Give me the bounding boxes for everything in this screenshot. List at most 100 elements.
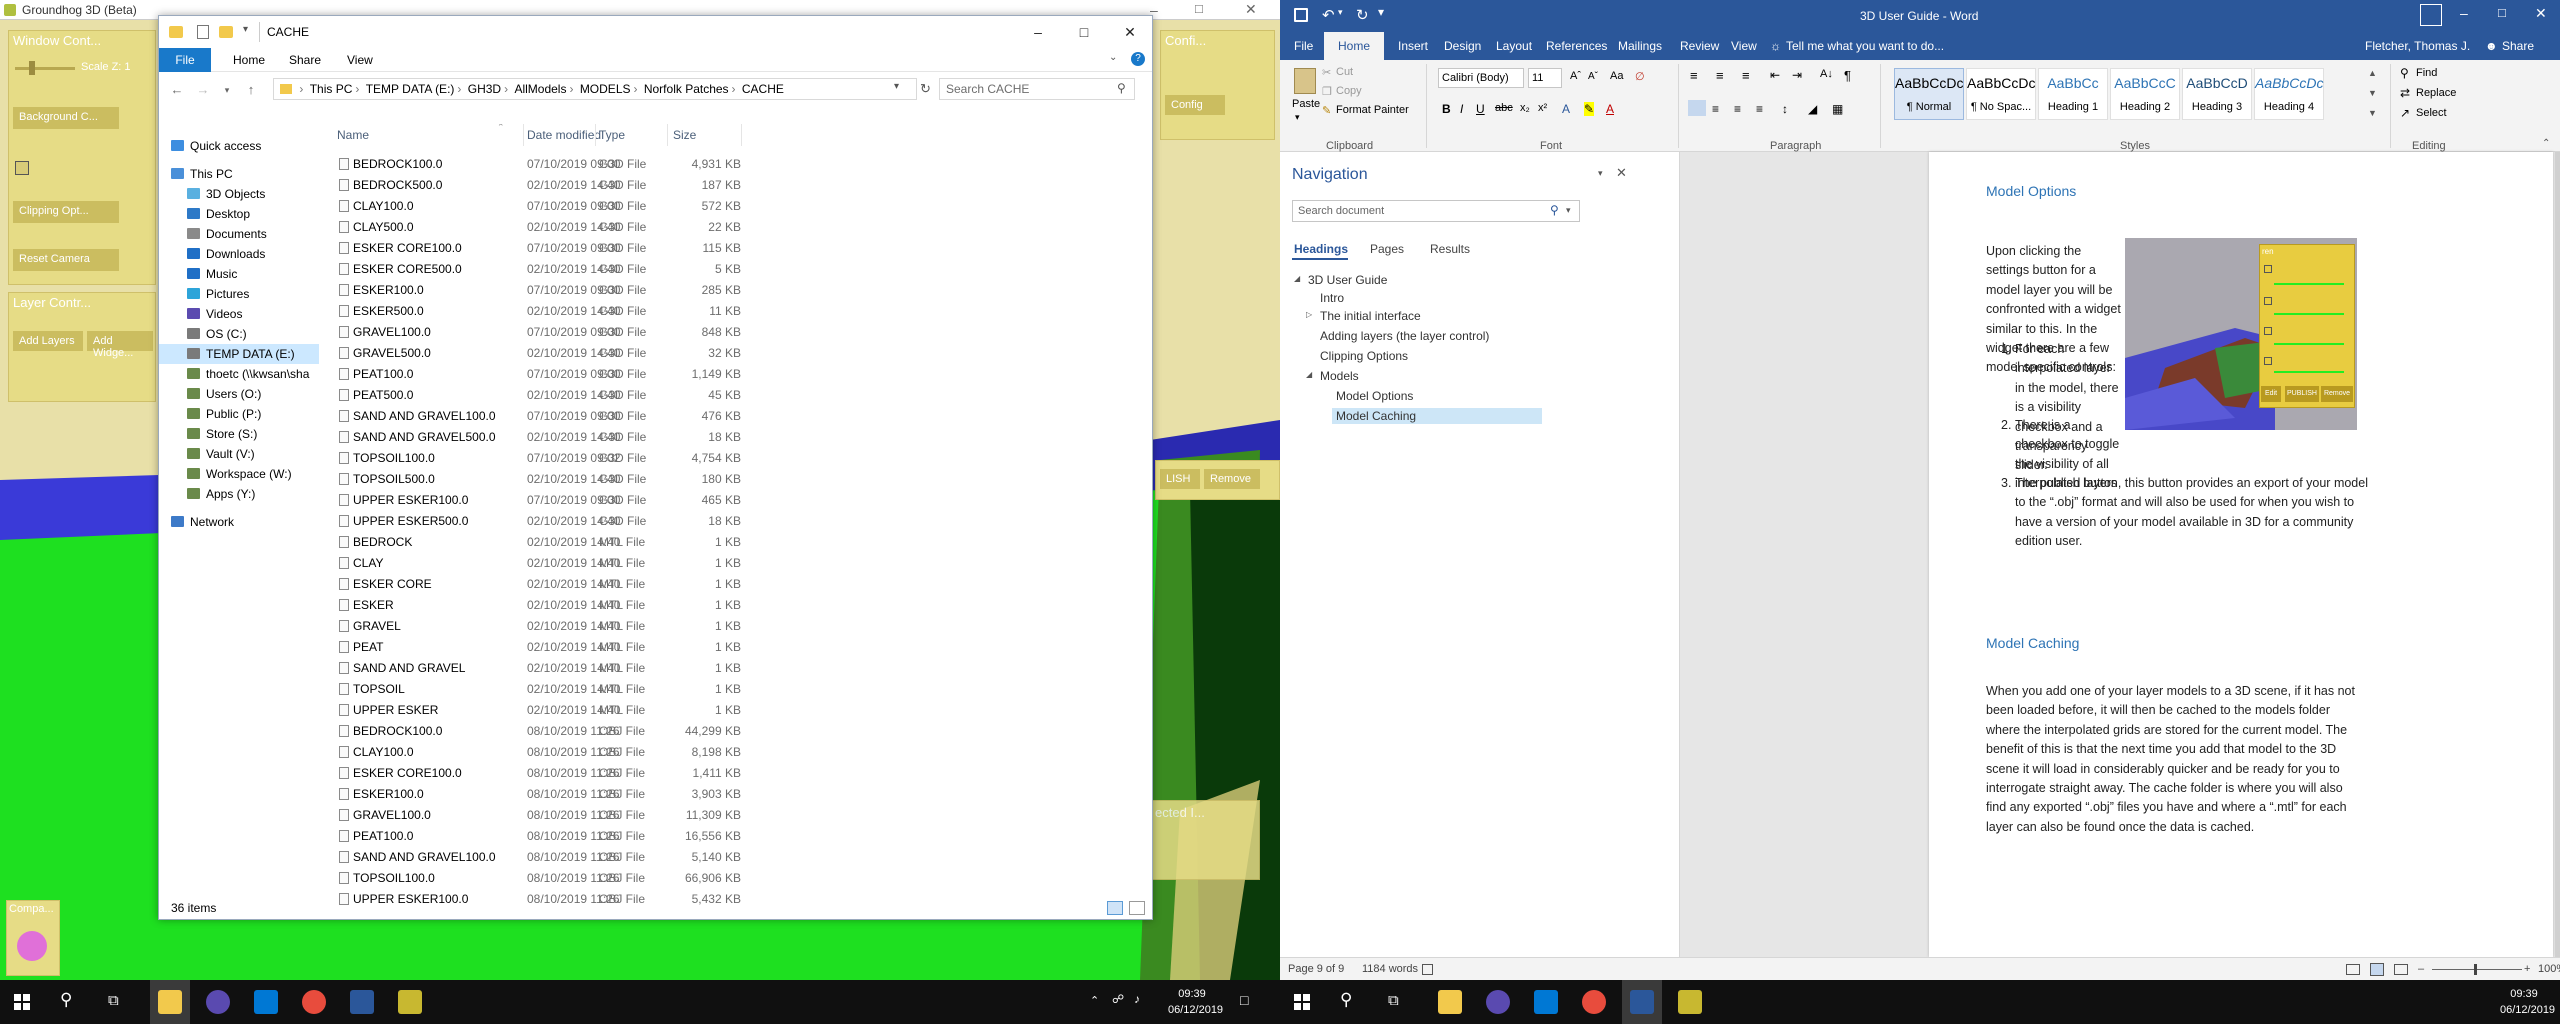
style-normal[interactable]: AaBbCcDc ¶ Normal xyxy=(1894,68,1964,120)
nav-close-icon[interactable]: ✕ xyxy=(1616,165,1627,181)
grow-font-icon[interactable]: Aˆ xyxy=(1570,70,1581,82)
zoom-level[interactable]: 100% xyxy=(2538,958,2560,980)
file-row[interactable]: ESKER500.0 02/10/2019 14:40 G3D File 11 KB xyxy=(327,301,1087,322)
nav-users[interactable]: Users (O:) xyxy=(187,384,261,404)
redo-icon[interactable]: ↻ xyxy=(1356,6,1369,24)
search-icon[interactable]: ⚲ xyxy=(1340,990,1352,1010)
clipping-options-button[interactable]: Clipping Opt... xyxy=(13,201,119,223)
find-button[interactable]: Find xyxy=(2416,67,2437,79)
breadcrumb-temp-data[interactable]: TEMP DATA (E:) xyxy=(363,79,458,99)
nav-options-icon[interactable]: ▾ xyxy=(1598,168,1603,179)
clock[interactable]: 09:39 06/12/2019 xyxy=(1168,986,1223,1018)
tab-layout[interactable]: Layout xyxy=(1496,32,1532,60)
bold-icon[interactable]: B xyxy=(1442,102,1451,116)
checkbox-icon[interactable] xyxy=(15,161,29,175)
file-row[interactable]: SAND AND GRAVEL 02/10/2019 14:40 MTL File 1… xyxy=(327,658,1087,679)
nav-heading[interactable]: The initial interface xyxy=(1320,308,1421,324)
file-row[interactable]: CLAY100.0 07/10/2019 09:00 G3D File 572 KB xyxy=(327,196,1087,217)
file-row[interactable]: PEAT100.0 07/10/2019 09:00 G3D File 1,149 K… xyxy=(327,364,1087,385)
nav-3d-objects[interactable]: 3D Objects xyxy=(187,184,265,204)
close-button[interactable]: ✕ xyxy=(1107,16,1153,48)
file-row[interactable]: GRAVEL 02/10/2019 14:40 MTL File 1 KB xyxy=(327,616,1087,637)
tab-share[interactable]: Share xyxy=(277,48,333,72)
breadcrumb-this-pc[interactable]: This PC xyxy=(307,79,356,99)
column-name[interactable]: Name xyxy=(337,124,369,146)
increase-indent-icon[interactable]: ⇥ xyxy=(1792,68,1802,82)
file-row[interactable]: PEAT500.0 02/10/2019 14:40 G3D File 45 KB xyxy=(327,385,1087,406)
file-row[interactable]: SAND AND GRAVEL500.0 02/10/2019 14:40 G3D … xyxy=(327,427,1087,448)
nav-temp-data[interactable]: TEMP DATA (E:) xyxy=(159,344,319,364)
tell-me-input[interactable]: Tell me what you want to do... xyxy=(1786,32,1944,60)
align-left-icon[interactable] xyxy=(1688,100,1706,116)
nav-network[interactable]: Network xyxy=(171,512,234,532)
justify-icon[interactable]: ≡ xyxy=(1756,102,1763,116)
file-row[interactable]: TOPSOIL100.0 08/10/2019 11:26 OBJ File 66,9… xyxy=(327,868,1087,889)
file-row[interactable]: BEDROCK500.0 02/10/2019 14:40 G3D File 187 … xyxy=(327,175,1087,196)
maximize-icon[interactable]: □ xyxy=(2498,5,2506,20)
notifications-icon[interactable]: □ xyxy=(1240,992,1248,1008)
file-row[interactable]: GRAVEL100.0 07/10/2019 09:00 G3D File 848 K… xyxy=(327,322,1087,343)
breadcrumb-cache[interactable]: CACHE xyxy=(739,79,787,99)
start-icon[interactable] xyxy=(14,994,30,1010)
nav-public[interactable]: Public (P:) xyxy=(187,404,261,424)
groundhog-taskbar-icon[interactable] xyxy=(398,990,422,1014)
file-row[interactable]: ESKER 02/10/2019 14:40 MTL File 1 KB xyxy=(327,595,1087,616)
strikethrough-icon[interactable]: abc xyxy=(1495,102,1513,114)
tab-references[interactable]: References xyxy=(1546,32,1607,60)
file-row[interactable]: CLAY 02/10/2019 14:40 MTL File 1 KB xyxy=(327,553,1087,574)
file-row[interactable]: ESKER CORE 02/10/2019 14:40 MTL File 1 KB xyxy=(327,574,1087,595)
new-folder-icon[interactable] xyxy=(219,26,233,38)
nav-desktop[interactable]: Desktop xyxy=(187,204,250,224)
tray-chevron-icon[interactable]: ⌃ xyxy=(1090,994,1099,1007)
document-page[interactable]: Model Options Upon clicking the settings… xyxy=(1929,152,2553,957)
collapse-icon[interactable]: ◢ xyxy=(1306,370,1312,379)
column-date-modified[interactable]: Date modified xyxy=(527,124,601,146)
word-taskbar-icon[interactable] xyxy=(350,990,374,1014)
nav-thoetc[interactable]: thoetc (\\kwsan\sha xyxy=(187,364,309,384)
styles-more-icon[interactable]: ▼ xyxy=(2368,108,2377,118)
outlook-taskbar-icon[interactable] xyxy=(1534,990,1558,1014)
nav-heading[interactable]: Model Caching xyxy=(1332,408,1542,424)
styles-scroll-down-icon[interactable]: ▼ xyxy=(2368,88,2377,98)
zoom-in-icon[interactable]: + xyxy=(2524,958,2530,980)
superscript-icon[interactable]: x² xyxy=(1538,102,1547,114)
show-formatting-icon[interactable]: ¶ xyxy=(1844,68,1851,83)
tab-home[interactable]: Home xyxy=(221,48,277,72)
cut-button[interactable]: Cut xyxy=(1336,66,1353,78)
config-button[interactable]: Config xyxy=(1165,95,1225,115)
shrink-font-icon[interactable]: Aˇ xyxy=(1588,71,1598,82)
zoom-slider[interactable] xyxy=(2432,969,2522,970)
word-count[interactable]: 1184 words xyxy=(1362,958,1418,980)
ribbon-display-options-icon[interactable] xyxy=(2420,4,2442,26)
maximize-button[interactable]: □ xyxy=(1061,16,1107,48)
font-size-select[interactable]: 11 xyxy=(1528,68,1562,88)
minimize-button[interactable]: – xyxy=(1015,16,1061,48)
user-name[interactable]: Fletcher, Thomas J. xyxy=(2365,32,2470,60)
share-button[interactable]: Share xyxy=(2502,32,2534,60)
highlight-icon[interactable]: ✎ xyxy=(1584,102,1595,116)
style-heading-4[interactable]: AaBbCcDc Heading 4 xyxy=(2254,68,2324,120)
start-icon[interactable] xyxy=(1294,994,1310,1010)
nav-videos[interactable]: Videos xyxy=(187,304,242,324)
tab-design[interactable]: Design xyxy=(1444,32,1481,60)
tab-headings[interactable]: Headings xyxy=(1294,242,1348,256)
nav-heading[interactable]: 3D User Guide xyxy=(1308,272,1387,288)
undo-dropdown-icon[interactable]: ▾ xyxy=(1338,7,1343,18)
tab-insert[interactable]: Insert xyxy=(1398,32,1428,60)
scale-slider-handle[interactable] xyxy=(29,61,35,75)
publish-button[interactable]: LISH xyxy=(1160,469,1200,489)
nav-downloads[interactable]: Downloads xyxy=(187,244,265,264)
chevron-down-icon[interactable]: ▾ xyxy=(243,24,248,35)
close-icon[interactable]: ✕ xyxy=(1245,1,1257,18)
expand-icon[interactable]: ▷ xyxy=(1306,310,1312,319)
breadcrumb-models[interactable]: MODELS xyxy=(577,79,634,99)
file-row[interactable]: ESKER CORE500.0 02/10/2019 14:40 G3D File 5… xyxy=(327,259,1087,280)
nav-heading[interactable]: Models xyxy=(1320,368,1359,384)
save-icon[interactable] xyxy=(1294,8,1308,22)
collapse-icon[interactable]: ◢ xyxy=(1294,274,1300,283)
file-row[interactable]: ESKER CORE100.0 07/10/2019 09:00 G3D File 1… xyxy=(327,238,1087,259)
file-explorer-taskbar-icon[interactable] xyxy=(158,990,182,1014)
nav-documents[interactable]: Documents xyxy=(187,224,267,244)
style-heading-3[interactable]: AaBbCcD Heading 3 xyxy=(2182,68,2252,120)
collapse-ribbon-icon[interactable]: ⌃ xyxy=(2542,138,2550,149)
